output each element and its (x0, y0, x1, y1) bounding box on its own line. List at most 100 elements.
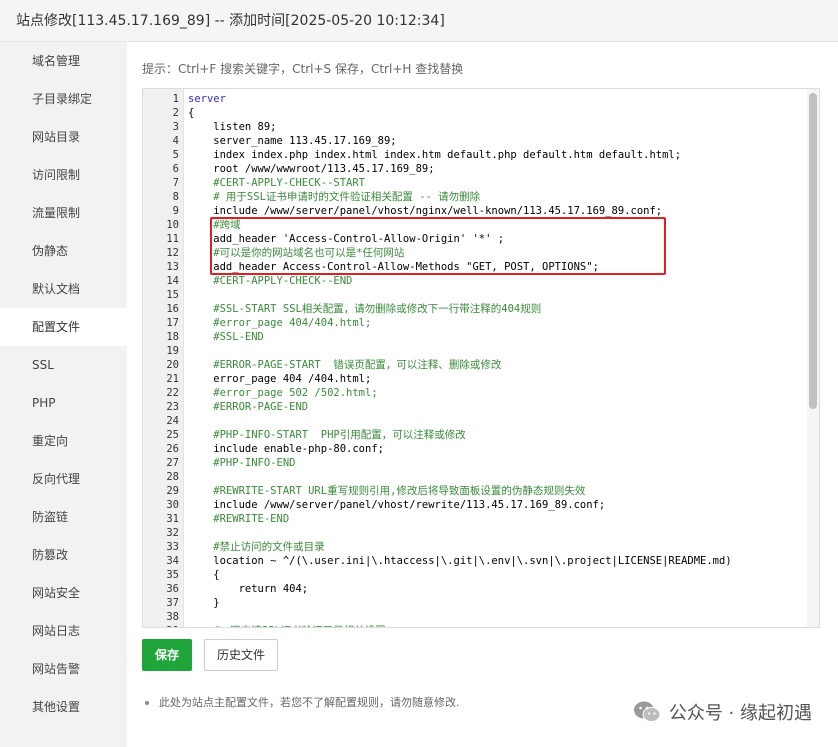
code-text[interactable]: #PHP-INFO-START PHP引用配置，可以注释或修改 (188, 428, 465, 442)
code-text[interactable]: add_header Access-Control-Allow-Methods … (188, 260, 599, 274)
code-text[interactable]: error_page 404 /404.html; (188, 372, 371, 386)
sidebar-item[interactable]: 配置文件 (0, 308, 127, 346)
line-number: 16 (166, 303, 179, 315)
code-text[interactable]: location ~ ^/(\.user.ini|\.htaccess|\.gi… (188, 554, 731, 568)
code-editor[interactable]: 1 server 2{3 listen 89; 4 server_name 113.4… (142, 88, 820, 628)
code-text[interactable]: #error_page 404/404.html; (188, 316, 371, 330)
sidebar-item[interactable]: 伪静态 (0, 232, 127, 270)
code-line[interactable]: 18 #SSL-END (143, 330, 807, 344)
code-text[interactable]: #SSL-START SSL相关配置，请勿删除或修改下一行带注释的404规则 (188, 302, 541, 316)
code-line[interactable]: 29 #REWRITE-START URL重写规则引用,修改后将导致面板设置的伪… (143, 484, 807, 498)
sidebar-item[interactable]: 网站安全 (0, 574, 127, 612)
sidebar-item[interactable]: 防盗链 (0, 498, 127, 536)
sidebar-item[interactable]: PHP (0, 384, 127, 422)
code-text[interactable]: include /www/server/panel/vhost/nginx/we… (188, 204, 662, 218)
code-line[interactable]: 10 #跨域 (143, 218, 807, 232)
code-line[interactable]: 19 (143, 344, 807, 358)
code-text[interactable]: #ERROR-PAGE-END (188, 400, 308, 414)
code-line[interactable]: 7 #CERT-APPLY-CHECK--START (143, 176, 807, 190)
code-line[interactable]: 28 (143, 470, 807, 484)
code-line[interactable]: 23 #ERROR-PAGE-END (143, 400, 807, 414)
code-line[interactable]: 35 { (143, 568, 807, 582)
code-text[interactable]: #ERROR-PAGE-START 错误页配置，可以注释、删除或修改 (188, 358, 501, 372)
code-text[interactable]: #CERT-APPLY-CHECK--END (188, 274, 352, 288)
code-text[interactable]: #REWRITE-START URL重写规则引用,修改后将导致面板设置的伪静态规… (188, 484, 585, 498)
line-number: 14 (166, 275, 179, 287)
code-line[interactable]: 14 #CERT-APPLY-CHECK--END (143, 274, 807, 288)
code-line[interactable]: 27 #PHP-INFO-END (143, 456, 807, 470)
code-text[interactable]: root /www/wwwroot/113.45.17.169_89; (188, 162, 434, 176)
code-line[interactable]: 21 error_page 404 /404.html; (143, 372, 807, 386)
code-line[interactable]: 6 root /www/wwwroot/113.45.17.169_89; (143, 162, 807, 176)
sidebar-item[interactable]: 网站日志 (0, 612, 127, 650)
code-text[interactable]: #可以是你的网站域名也可以是*任何网站 (188, 246, 404, 260)
sidebar-item[interactable]: 网站目录 (0, 118, 127, 156)
code-line[interactable]: 24 (143, 414, 807, 428)
code-text[interactable]: # 用于SSL证书申请时的文件验证相关配置 -- 请勿删除 (188, 190, 480, 204)
sidebar-item[interactable]: 域名管理 (0, 42, 127, 80)
code-line[interactable]: 17 #error_page 404/404.html; (143, 316, 807, 330)
code-line[interactable]: 1 server (143, 92, 807, 106)
sidebar-item[interactable]: 默认文档 (0, 270, 127, 308)
code-text[interactable]: include enable-php-80.conf; (188, 442, 384, 456)
code-text[interactable]: #跨域 (188, 218, 240, 232)
watermark: 公众号 · 缘起初遇 (633, 698, 812, 726)
code-line[interactable]: 31 #REWRITE-END (143, 512, 807, 526)
sidebar-item[interactable]: 反向代理 (0, 460, 127, 498)
sidebar-item[interactable]: 访问限制 (0, 156, 127, 194)
code-line[interactable]: 16 #SSL-START SSL相关配置，请勿删除或修改下一行带注释的404规… (143, 302, 807, 316)
code-text[interactable]: server (188, 92, 226, 106)
code-line[interactable]: 32 (143, 526, 807, 540)
code-text[interactable]: } (188, 596, 219, 610)
code-text[interactable]: #error_page 502 /502.html; (188, 386, 377, 400)
code-text[interactable]: #CERT-APPLY-CHECK--START (188, 176, 365, 190)
code-lines[interactable]: 1 server 2{3 listen 89; 4 server_name 113.4… (143, 92, 807, 627)
code-line[interactable]: 20 #ERROR-PAGE-START 错误页配置，可以注释、删除或修改 (143, 358, 807, 372)
code-line[interactable]: 37 } (143, 596, 807, 610)
code-line[interactable]: 9 include /www/server/panel/vhost/nginx/… (143, 204, 807, 218)
code-line[interactable]: 36 return 404; (143, 582, 807, 596)
line-number: 19 (166, 345, 179, 357)
code-text[interactable]: server_name 113.45.17.169_89; (188, 134, 396, 148)
code-line[interactable]: 12 #可以是你的网站域名也可以是*任何网站 (143, 246, 807, 260)
sidebar-item[interactable]: 子目录绑定 (0, 80, 127, 118)
code-line[interactable]: 30 include /www/server/panel/vhost/rewri… (143, 498, 807, 512)
code-line[interactable]: 13 add_header Access-Control-Allow-Metho… (143, 260, 807, 274)
code-line[interactable]: 3 listen 89; (143, 120, 807, 134)
code-line[interactable]: 34 location ~ ^/(\.user.ini|\.htaccess|\… (143, 554, 807, 568)
code-line[interactable]: 15 (143, 288, 807, 302)
save-button[interactable]: 保存 (142, 639, 192, 671)
sidebar-item[interactable]: 其他设置 (0, 688, 127, 726)
code-text[interactable]: listen 89; (188, 120, 276, 134)
code-text[interactable]: { (188, 106, 194, 120)
sidebar-item[interactable]: 防篡改 (0, 536, 127, 574)
code-line[interactable]: 2{ (143, 106, 807, 120)
code-line[interactable]: 26 include enable-php-80.conf; (143, 442, 807, 456)
code-text[interactable]: { (188, 568, 219, 582)
code-line[interactable]: 4 server_name 113.45.17.169_89; (143, 134, 807, 148)
code-line[interactable]: 33 #禁止访问的文件或目录 (143, 540, 807, 554)
history-file-button[interactable]: 历史文件 (204, 639, 278, 671)
code-text[interactable]: add_header 'Access-Control-Allow-Origin'… (188, 232, 504, 246)
code-text[interactable]: #一键申请SSL证书验证目录相关设置 (188, 624, 385, 627)
code-text[interactable]: #SSL-END (188, 330, 264, 344)
sidebar-item[interactable]: SSL (0, 346, 127, 384)
code-line[interactable]: 11 add_header 'Access-Control-Allow-Orig… (143, 232, 807, 246)
code-line[interactable]: 38 (143, 610, 807, 624)
code-line[interactable]: 22 #error_page 502 /502.html; (143, 386, 807, 400)
code-text[interactable]: index index.php index.html index.htm def… (188, 148, 681, 162)
code-line[interactable]: 8 # 用于SSL证书申请时的文件验证相关配置 -- 请勿删除 (143, 190, 807, 204)
code-text[interactable]: #禁止访问的文件或目录 (188, 540, 324, 554)
code-text[interactable]: return 404; (188, 582, 309, 596)
code-line[interactable]: 5 index index.php index.html index.htm d… (143, 148, 807, 162)
code-text[interactable]: include /www/server/panel/vhost/rewrite/… (188, 498, 605, 512)
editor-scrollbar-thumb[interactable] (809, 93, 817, 409)
code-text[interactable]: #REWRITE-END (188, 512, 289, 526)
sidebar-item[interactable]: 流量限制 (0, 194, 127, 232)
editor-scrollbar[interactable] (807, 89, 819, 627)
code-line[interactable]: 39 #一键申请SSL证书验证目录相关设置 (143, 624, 807, 627)
code-line[interactable]: 25 #PHP-INFO-START PHP引用配置，可以注释或修改 (143, 428, 807, 442)
sidebar-item[interactable]: 网站告警 (0, 650, 127, 688)
code-text[interactable]: #PHP-INFO-END (188, 456, 295, 470)
sidebar-item[interactable]: 重定向 (0, 422, 127, 460)
